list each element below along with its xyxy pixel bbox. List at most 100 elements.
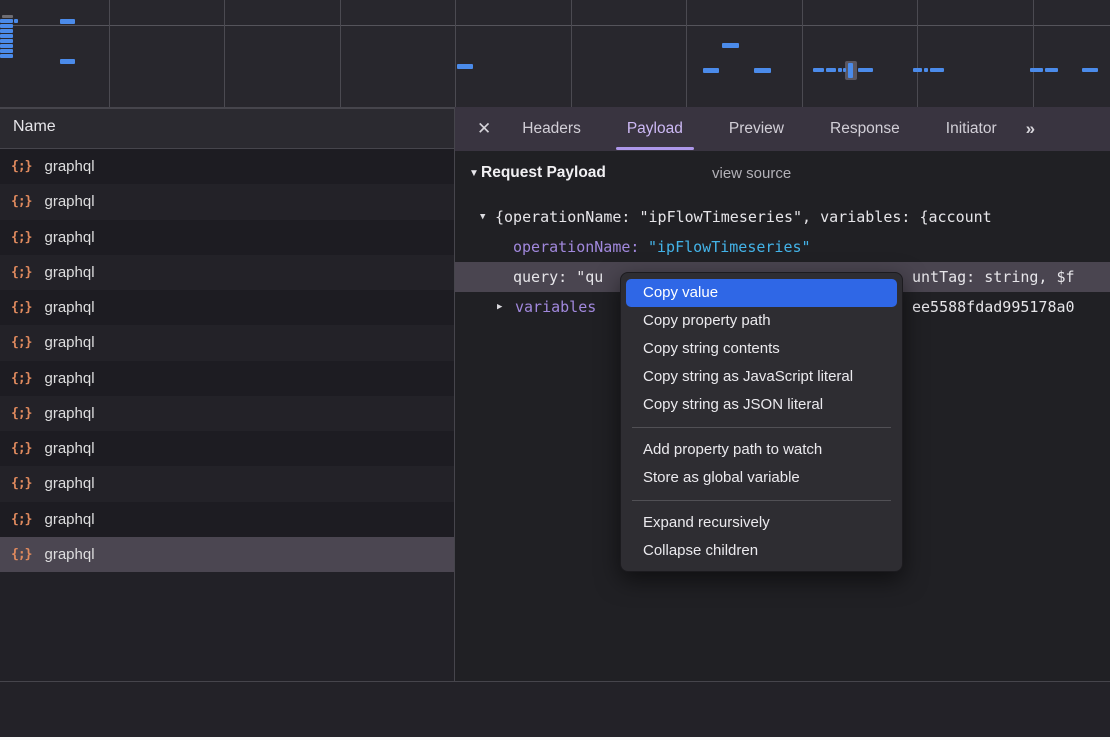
request-name: graphql <box>44 511 94 528</box>
section-title: Request Payload <box>481 164 606 182</box>
request-name: graphql <box>44 440 94 457</box>
json-braces-icon: {;} <box>11 476 31 491</box>
table-row[interactable]: {;}graphql <box>0 431 454 466</box>
tab-initiator[interactable]: Initiator <box>931 107 1012 151</box>
tab-headers[interactable]: Headers <box>507 107 596 151</box>
json-braces-icon: {;} <box>11 300 31 315</box>
waterfall-bar <box>813 68 824 72</box>
request-name: graphql <box>44 370 94 387</box>
property-value: "ipFlowTimeseries" <box>648 232 811 262</box>
waterfall-bar <box>1082 68 1098 72</box>
waterfall-bar <box>457 64 473 69</box>
overview-vertical-gridline <box>1033 0 1034 107</box>
table-row[interactable]: {;}graphql <box>0 466 454 501</box>
menu-item-collapse-children[interactable]: Collapse children <box>626 537 897 565</box>
waterfall-bar <box>722 43 739 48</box>
table-row[interactable]: {;}graphql <box>0 255 454 290</box>
waterfall-bar <box>838 68 842 72</box>
table-row[interactable]: {;} graphql <box>0 290 454 325</box>
menu-separator <box>632 500 891 501</box>
menu-item-copy-string-js-literal[interactable]: Copy string as JavaScript literal <box>626 363 897 391</box>
property-key: operationName: <box>513 232 648 262</box>
json-braces-icon: {;} <box>11 230 31 245</box>
overview-vertical-gridline <box>917 0 918 107</box>
close-icon[interactable]: ✕ <box>477 119 491 139</box>
menu-item-store-as-global-variable[interactable]: Store as global variable <box>626 464 897 492</box>
request-name: graphql <box>44 158 94 175</box>
more-tabs-chevron-icon[interactable]: » <box>1026 119 1033 139</box>
waterfall-bar <box>0 54 13 58</box>
waterfall-bar <box>703 68 719 73</box>
waterfall-bar <box>1045 68 1058 72</box>
overview-vertical-gridline <box>340 0 341 107</box>
table-row[interactable]: {;} graphql <box>0 502 454 537</box>
request-name: graphql <box>44 299 94 316</box>
network-overview-timeline[interactable] <box>0 0 1110 108</box>
json-braces-icon: {;} <box>11 265 31 280</box>
menu-item-expand-recursively[interactable]: Expand recursively <box>626 509 897 537</box>
request-name: graphql <box>44 405 94 422</box>
overview-vertical-gridline <box>455 0 456 107</box>
payload-preview-text: {operationName: "ipFlowTimeseries", vari… <box>495 202 992 232</box>
name-column-header[interactable]: Name <box>0 108 454 149</box>
menu-item-copy-string-json-literal[interactable]: Copy string as JSON literal <box>626 391 897 419</box>
context-menu: Copy value Copy property path Copy strin… <box>620 272 903 572</box>
waterfall-bar <box>0 29 13 33</box>
table-row[interactable]: {;} graphql <box>0 184 454 219</box>
request-rows: {;} graphql {;} graphql {;} graphql {;} grap… <box>0 149 454 572</box>
json-braces-icon: {;} <box>11 194 31 209</box>
waterfall-bar <box>858 68 873 72</box>
json-braces-icon: {;} <box>11 512 31 527</box>
detail-tabbar: ✕ Headers Payload Preview Response Initi… <box>455 107 1110 151</box>
overview-vertical-gridline <box>571 0 572 107</box>
tab-payload[interactable]: Payload <box>612 107 698 151</box>
payload-root-row[interactable]: ▼ {operationName: "ipFlowTimeseries", va… <box>455 202 1110 232</box>
overview-vertical-gridline <box>224 0 225 107</box>
request-name: graphql <box>44 193 94 210</box>
table-row[interactable]: {;}graphql <box>0 220 454 255</box>
waterfall-bar <box>913 68 922 72</box>
table-row[interactable]: {;}graphql <box>0 149 454 184</box>
expand-triangle-icon[interactable]: ▼ <box>480 202 485 232</box>
tab-preview[interactable]: Preview <box>714 107 799 151</box>
tab-response[interactable]: Response <box>815 107 915 151</box>
json-braces-icon: {;} <box>11 406 31 421</box>
request-name: graphql <box>44 334 94 351</box>
summary-bar <box>0 682 1110 737</box>
json-braces-icon: {;} <box>11 547 31 562</box>
waterfall-bar <box>826 68 836 72</box>
menu-item-copy-property-path[interactable]: Copy property path <box>626 307 897 335</box>
json-braces-icon: {;} <box>11 335 31 350</box>
waterfall-bar <box>0 44 13 48</box>
name-column-label: Name <box>13 118 56 136</box>
waterfall-bar <box>0 39 13 43</box>
waterfall-bar <box>60 59 75 64</box>
menu-item-copy-value[interactable]: Copy value <box>626 279 897 307</box>
panel-split-divider[interactable] <box>454 108 455 737</box>
overview-horizontal-gridline <box>0 25 1110 26</box>
menu-separator <box>632 427 891 428</box>
collapsed-triangle-icon[interactable]: ▶ <box>497 292 502 322</box>
waterfall-bar <box>0 34 13 38</box>
table-row[interactable]: {;} graphql <box>0 396 454 431</box>
active-tab-underline <box>616 147 694 150</box>
waterfall-bar <box>14 19 18 23</box>
waterfall-bar <box>930 68 944 72</box>
property-key: variables <box>515 292 596 322</box>
payload-operation-row[interactable]: operationName: "ipFlowTimeseries" <box>455 232 1110 262</box>
query-value-fragment: untTag: string, $f <box>912 262 1075 292</box>
overview-vertical-gridline <box>686 0 687 107</box>
menu-item-copy-string-contents[interactable]: Copy string contents <box>626 335 897 363</box>
view-source-link[interactable]: view source <box>712 165 791 182</box>
request-payload-section-header[interactable]: ▼ Request Payload view source <box>455 164 1110 186</box>
overview-vertical-gridline <box>802 0 803 107</box>
waterfall-bar <box>0 19 13 23</box>
table-row-selected[interactable]: {;} graphql <box>0 537 454 572</box>
waterfall-bar <box>60 19 75 24</box>
section-collapse-triangle-icon[interactable]: ▼ <box>469 168 479 179</box>
request-name: graphql <box>44 546 94 563</box>
waterfall-bar <box>2 15 13 18</box>
menu-item-add-property-path-to-watch[interactable]: Add property path to watch <box>626 436 897 464</box>
table-row[interactable]: {;}graphql <box>0 361 454 396</box>
table-row[interactable]: {;} graphql <box>0 325 454 360</box>
